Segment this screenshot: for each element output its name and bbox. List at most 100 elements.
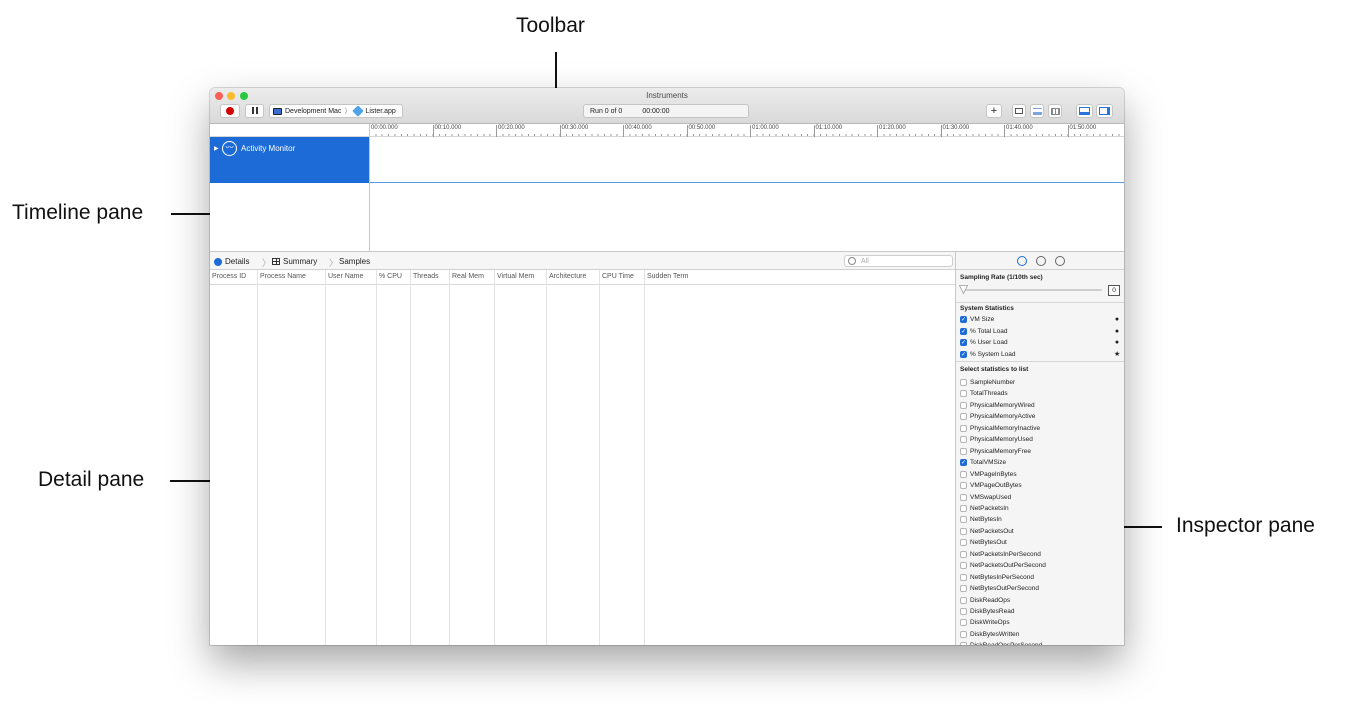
checkbox[interactable]: [960, 642, 967, 645]
column-user-name[interactable]: User Name: [326, 270, 377, 645]
record-button[interactable]: [220, 104, 240, 118]
statistic-row[interactable]: NetBytesInPerSecond: [960, 572, 1120, 583]
checkbox[interactable]: [960, 562, 967, 570]
column-real-mem[interactable]: Real Mem: [450, 270, 495, 645]
timeline-header-left: [210, 124, 369, 137]
statistic-row[interactable]: DiskBytesRead: [960, 606, 1120, 617]
checkbox[interactable]: ✓: [960, 350, 967, 358]
system-stat-row[interactable]: ✓ VM Size ●: [960, 314, 1120, 325]
disclosure-triangle-icon[interactable]: ▶: [214, 145, 219, 152]
jump-bar-details[interactable]: Details: [214, 257, 249, 266]
detail-filter-field[interactable]: All: [844, 255, 953, 267]
add-instrument-button[interactable]: +: [986, 104, 1002, 118]
instrument-track[interactable]: [369, 137, 1124, 183]
record-icon: [226, 107, 234, 115]
pause-button[interactable]: [245, 104, 264, 118]
statistic-row[interactable]: DiskReadOps: [960, 595, 1120, 606]
statistic-row[interactable]: NetPacketsOutPerSecond: [960, 560, 1120, 571]
statistic-label: NetPacketsOutPerSecond: [970, 562, 1046, 570]
checkbox[interactable]: [960, 550, 967, 558]
checkbox[interactable]: [960, 493, 967, 501]
system-stat-row[interactable]: ✓% User Load ●: [960, 337, 1120, 348]
toolbar: Instruments Development Mac 〉 Lister.app…: [210, 88, 1124, 124]
checkbox[interactable]: [960, 482, 967, 490]
checkbox[interactable]: [960, 527, 967, 535]
ruler-tick: 00:40.000: [623, 125, 652, 137]
sampling-rate-title: Sampling Rate (1/10th sec): [960, 274, 1043, 281]
statistic-row[interactable]: ✓ TotalVMSize: [960, 457, 1120, 468]
checkbox[interactable]: [960, 630, 967, 638]
time-ruler[interactable]: 00:00.000 00:10.000 00:20.000 00:30.000 …: [369, 124, 1124, 137]
toggle-inspector-button[interactable]: [1096, 104, 1113, 118]
column-virtual-mem[interactable]: Virtual Mem: [495, 270, 547, 645]
checkbox[interactable]: ✓: [960, 339, 967, 346]
statistic-row[interactable]: NetBytesOut: [960, 537, 1120, 548]
column-process-id[interactable]: Process ID: [210, 270, 258, 645]
statistic-row[interactable]: PhysicalMemoryFree: [960, 446, 1120, 457]
statistic-row[interactable]: DiskReadOpsPerSecond: [960, 640, 1120, 645]
checkbox[interactable]: [960, 619, 967, 627]
graph-style-marker[interactable]: ●: [1114, 339, 1120, 346]
instrument-row-activity-monitor[interactable]: ▶ 〰 Activity Monitor: [210, 137, 369, 183]
sampling-rate-value[interactable]: 0: [1108, 285, 1120, 296]
checkbox[interactable]: [960, 401, 967, 409]
sampling-rate-slider-track[interactable]: [962, 289, 1102, 291]
extended-detail-tab-icon[interactable]: [1055, 256, 1065, 266]
column-cpu-time[interactable]: CPU Time: [600, 270, 645, 645]
statistic-row[interactable]: VMSwapUsed: [960, 492, 1120, 503]
checkbox[interactable]: ✓: [960, 327, 967, 335]
toggle-detail-button[interactable]: [1076, 104, 1093, 118]
checkbox[interactable]: ✓: [960, 316, 967, 323]
statistic-row[interactable]: NetBytesIn: [960, 514, 1120, 525]
checkbox[interactable]: [960, 608, 967, 615]
checkbox[interactable]: [960, 413, 967, 421]
checkbox[interactable]: [960, 424, 967, 432]
jump-bar-summary[interactable]: Summary: [272, 257, 317, 266]
statistic-row[interactable]: PhysicalMemoryActive: [960, 411, 1120, 422]
statistic-row[interactable]: SampleNumber: [960, 377, 1120, 388]
record-settings-tab-icon[interactable]: [1017, 256, 1027, 266]
display-settings-tab-icon[interactable]: [1036, 256, 1046, 266]
graph-style-marker[interactable]: ●: [1114, 328, 1120, 335]
statistic-row[interactable]: TotalThreads: [960, 388, 1120, 399]
checkbox[interactable]: [960, 516, 967, 524]
checkbox[interactable]: [960, 390, 967, 398]
target-selector[interactable]: Development Mac 〉 Lister.app: [269, 104, 403, 118]
checkbox[interactable]: [960, 573, 967, 581]
column-sudden-term[interactable]: Sudden Term: [645, 270, 955, 645]
checkbox[interactable]: [960, 436, 967, 444]
statistic-row[interactable]: DiskBytesWritten: [960, 629, 1120, 640]
column-cpu[interactable]: % CPU: [377, 270, 411, 645]
column-process-name[interactable]: Process Name: [258, 270, 326, 645]
checkbox[interactable]: [960, 596, 967, 604]
graph-style-marker[interactable]: ★: [1114, 350, 1120, 358]
statistic-row[interactable]: DiskWriteOps: [960, 617, 1120, 628]
checkbox[interactable]: [960, 539, 967, 547]
graph-style-marker[interactable]: ●: [1114, 316, 1120, 323]
detail-table-header: Process ID Process Name User Name % CPU …: [210, 270, 955, 645]
statistic-row[interactable]: VMPageOutBytes: [960, 480, 1120, 491]
statistic-row[interactable]: PhysicalMemoryUsed: [960, 434, 1120, 445]
checkbox[interactable]: [960, 470, 967, 478]
jump-bar-samples[interactable]: Samples: [339, 257, 370, 266]
statistic-row[interactable]: NetPacketsIn: [960, 503, 1120, 514]
system-stat-row[interactable]: ✓% System Load ★: [960, 349, 1120, 360]
column-architecture[interactable]: Architecture: [547, 270, 600, 645]
strategy-instruments-button[interactable]: [1030, 104, 1044, 118]
checkbox[interactable]: [960, 504, 967, 512]
statistic-row[interactable]: NetPacketsOut: [960, 526, 1120, 537]
checkbox[interactable]: [960, 585, 967, 593]
statistic-row[interactable]: PhysicalMemoryWired: [960, 400, 1120, 411]
statistic-row[interactable]: NetBytesOutPerSecond: [960, 583, 1120, 594]
strategy-cpu-button[interactable]: [1012, 104, 1026, 118]
column-threads[interactable]: Threads: [411, 270, 450, 645]
slider-knob-icon[interactable]: [959, 285, 968, 294]
checkbox[interactable]: [960, 379, 967, 386]
checkbox[interactable]: [960, 447, 967, 455]
system-stat-row[interactable]: ✓% Total Load ●: [960, 326, 1120, 337]
strategy-threads-button[interactable]: [1048, 104, 1062, 118]
statistic-row[interactable]: NetPacketsInPerSecond: [960, 549, 1120, 560]
checkbox[interactable]: ✓: [960, 459, 967, 467]
statistic-row[interactable]: PhysicalMemoryInactive: [960, 423, 1120, 434]
statistic-row[interactable]: VMPageInBytes: [960, 469, 1120, 480]
